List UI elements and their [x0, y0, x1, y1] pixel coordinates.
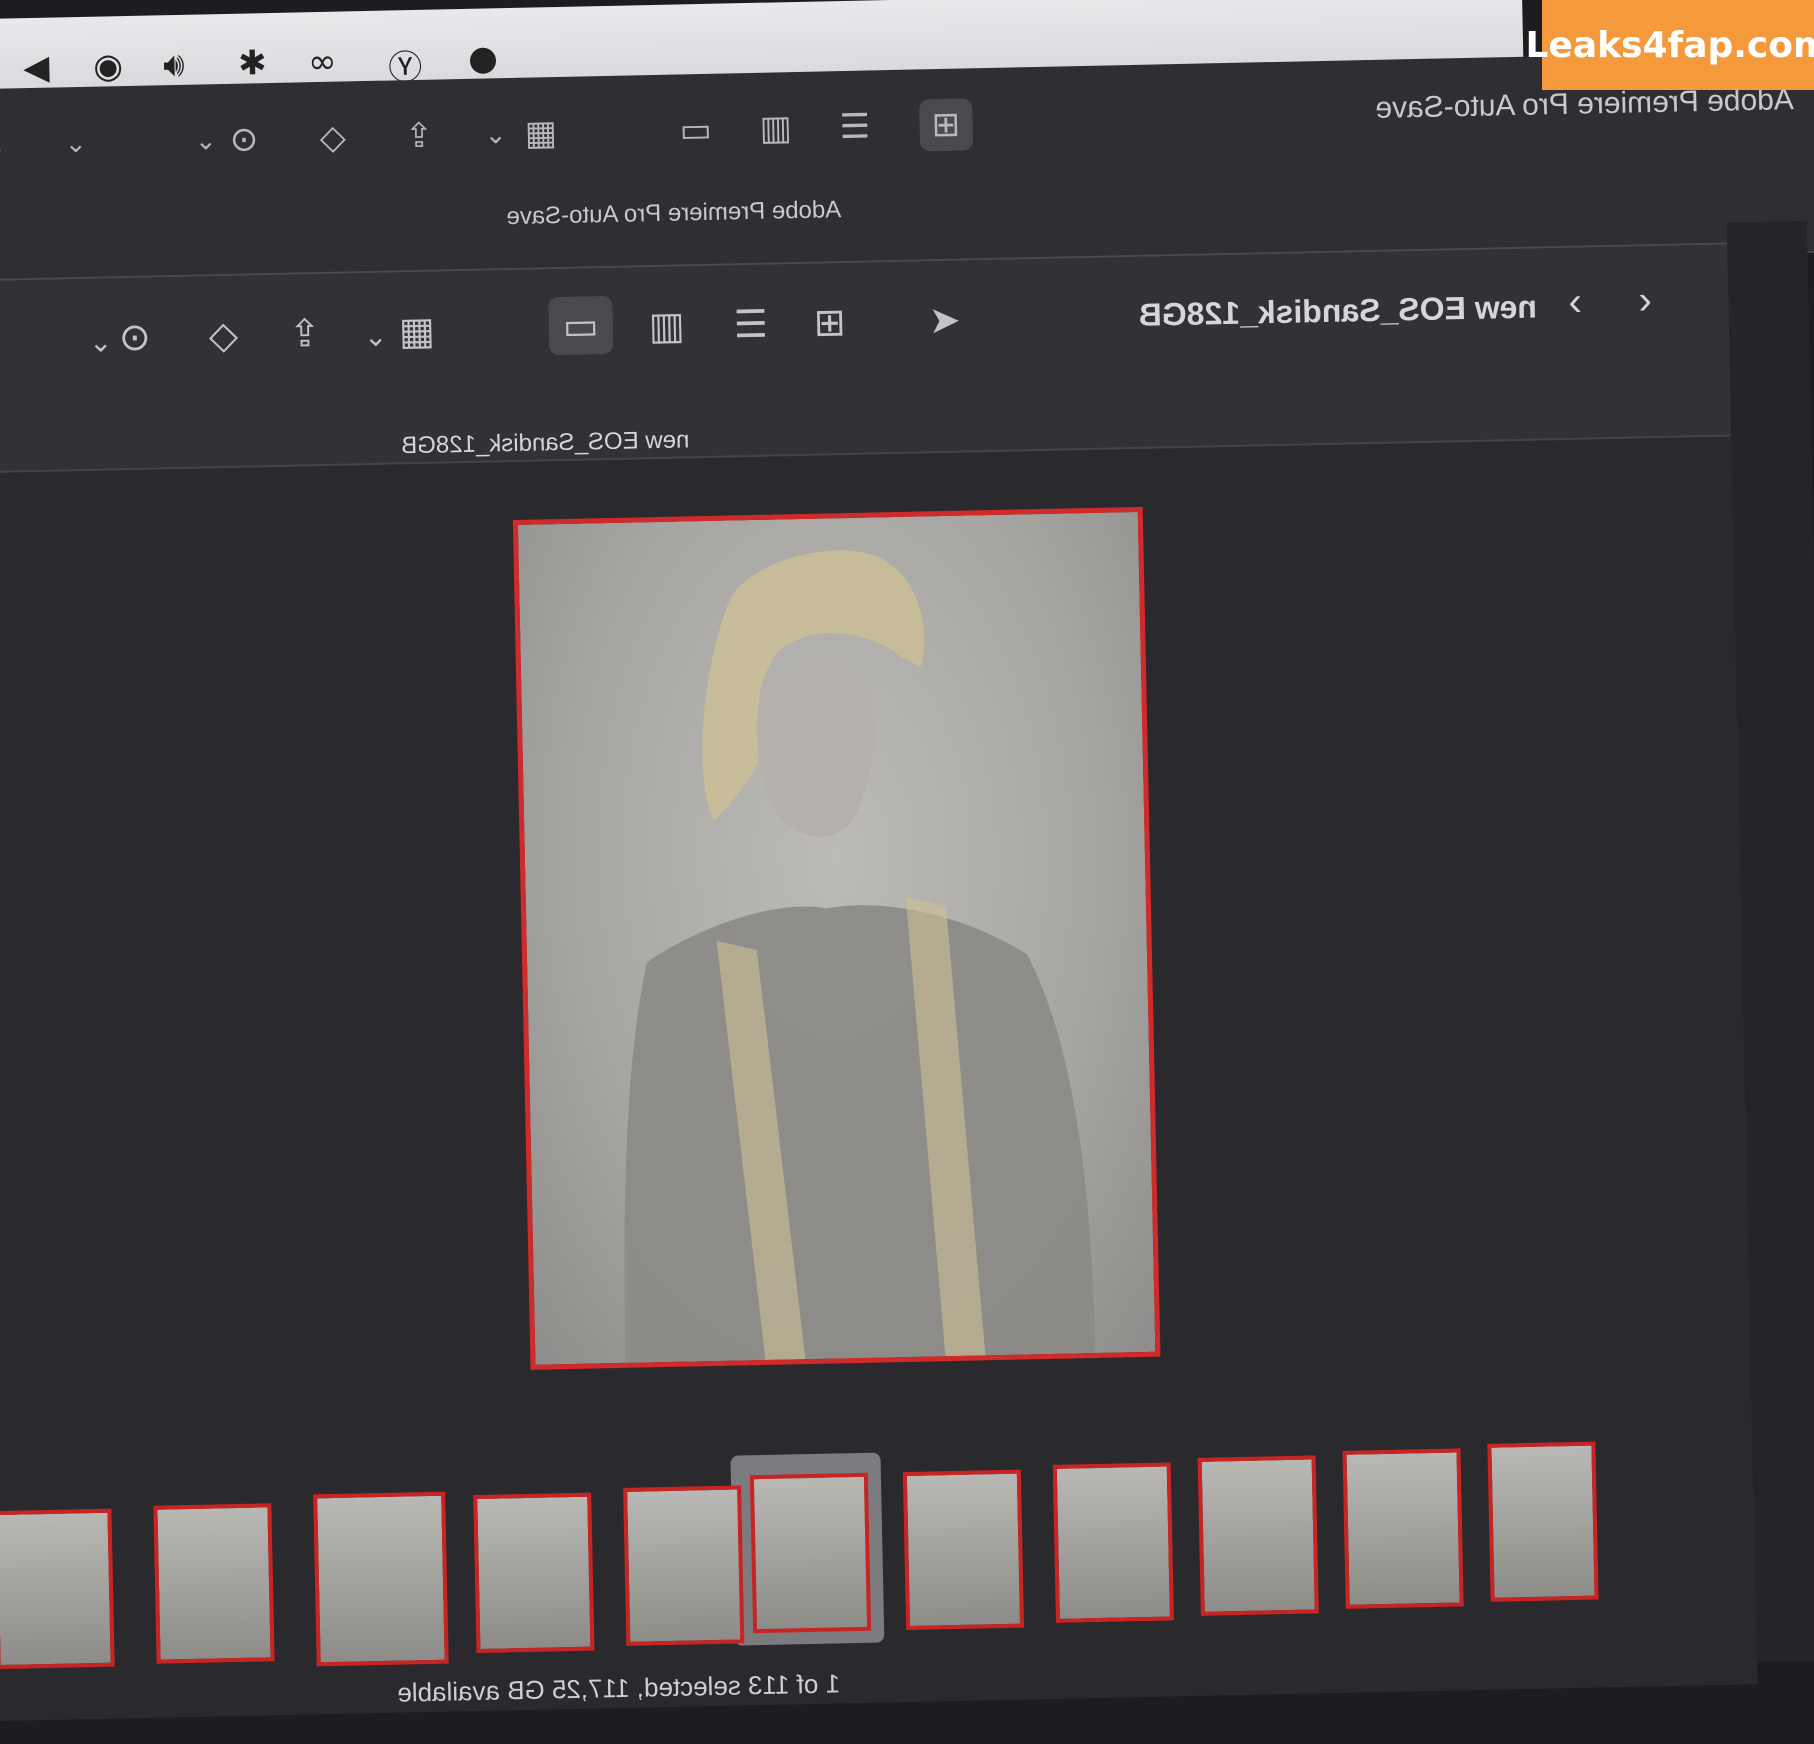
- thumbnail[interactable]: [1197, 1455, 1319, 1616]
- chevron-down-icon[interactable]: ⌄: [65, 129, 87, 159]
- front-finder-window: ⌄ ⊙ ◇ ⇪ ⌄ ▦ ▭ ▥ ☰ ⊞ ➤ new EOS_Sandisk_12…: [0, 242, 1758, 1722]
- thumbnail[interactable]: [473, 1492, 595, 1654]
- thumbnail[interactable]: [153, 1503, 275, 1664]
- thumbnail[interactable]: [902, 1469, 1025, 1631]
- back-circle-icon[interactable]: ◀: [23, 48, 50, 89]
- chevron-down-icon[interactable]: ⌄: [194, 126, 216, 156]
- gallery-view-icon[interactable]: ▭: [548, 295, 614, 356]
- chevron-down-icon[interactable]: ⌄: [364, 320, 388, 353]
- icon-view-icon[interactable]: ⊞: [813, 300, 846, 345]
- cursor-icon: ➤: [928, 297, 962, 343]
- user-circle-icon[interactable]: ◉: [93, 46, 124, 87]
- list-view-icon[interactable]: ☰: [733, 302, 768, 347]
- thumbnail-current[interactable]: [749, 1472, 872, 1634]
- bluetooth-icon[interactable]: ✱: [238, 43, 267, 84]
- thumbnail[interactable]: [1342, 1448, 1464, 1609]
- thumbnail[interactable]: [623, 1485, 745, 1646]
- preview-photo: [624, 550, 1096, 1363]
- icon-view-icon[interactable]: ⊞: [919, 98, 973, 152]
- forward-chevron-icon[interactable]: ›: [1638, 278, 1652, 323]
- back-chevron-icon[interactable]: ‹: [1568, 280, 1582, 325]
- watermark: Leaks4fap.com: [1525, 0, 1814, 90]
- status-bar-text: 1 of 113 selected, 117,25 GB available: [397, 1668, 841, 1708]
- chevron-down-icon[interactable]: ⌄: [484, 120, 506, 150]
- share-icon[interactable]: ⇪: [404, 116, 433, 157]
- more-actions-icon[interactable]: ⊙: [118, 315, 151, 360]
- tag-icon[interactable]: ◇: [319, 117, 346, 158]
- list-view-icon[interactable]: ☰: [839, 106, 870, 147]
- front-toolbar: ⌄ ⊙ ◇ ⇪ ⌄ ▦ ▭ ▥ ☰ ⊞ ➤ new EOS_Sandisk_12…: [0, 244, 1732, 474]
- thumbnail[interactable]: [0, 1508, 115, 1670]
- front-window-title: new EOS_Sandisk_128GB: [1138, 288, 1538, 333]
- more-actions-icon[interactable]: ⊙: [229, 119, 258, 160]
- search-icon[interactable]: ⌕: [0, 129, 4, 169]
- rocket-icon[interactable]: ●: [468, 38, 499, 79]
- group-icon[interactable]: ▦: [398, 309, 435, 354]
- back-window-path: Adobe Premiere Pro Auto-Save: [506, 196, 842, 231]
- group-icon[interactable]: ▦: [524, 113, 557, 154]
- image-preview[interactable]: [512, 506, 1161, 1370]
- thumbnail[interactable]: [313, 1491, 449, 1667]
- front-window-path: new EOS_Sandisk_128GB: [400, 426, 690, 460]
- filmstrip: [0, 1424, 1756, 1670]
- tag-icon[interactable]: ◇: [208, 313, 238, 358]
- volume-icon[interactable]: 🔊︎: [163, 45, 185, 85]
- thumbnail[interactable]: [1487, 1441, 1599, 1602]
- screen-scene: ◀ ◉ 🔊︎ ✱ ∞ Ⓨ ● ⌕ ⌄ ⌄ ⊙ ◇ ⇪ ⌄ ▦ ▭ ▥ ☰ ⊞ A…: [0, 0, 1814, 1743]
- share-icon[interactable]: ⇪: [288, 311, 321, 356]
- column-view-icon[interactable]: ▥: [759, 108, 792, 149]
- thumbnail[interactable]: [1052, 1462, 1174, 1623]
- creative-cloud-icon[interactable]: ∞: [308, 42, 337, 83]
- gallery-view-icon[interactable]: ▭: [679, 110, 712, 151]
- column-view-icon[interactable]: ▥: [648, 303, 685, 348]
- chevron-down-icon[interactable]: ⌄: [89, 325, 113, 358]
